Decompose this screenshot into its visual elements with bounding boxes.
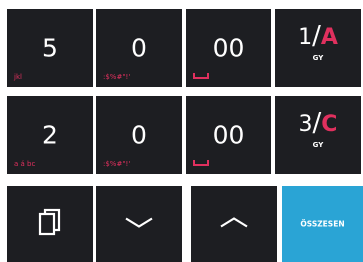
- key-main-label: 00: [212, 120, 245, 150]
- copy-icon: [37, 208, 63, 240]
- key-00-space[interactable]: 00: [186, 9, 271, 87]
- key-2-abc[interactable]: 2 a á bc: [7, 96, 93, 174]
- key-0-symbols[interactable]: 0 :$%#"!': [96, 96, 182, 174]
- key-main-label: 0: [131, 120, 147, 150]
- scroll-up-button[interactable]: [191, 186, 277, 262]
- key-main-label: 0: [131, 33, 147, 63]
- key-sub-label: jkl: [14, 73, 22, 81]
- total-label: ÖSSZESEN: [300, 219, 345, 229]
- gy-label: GY: [312, 141, 324, 149]
- key-sub-label: :$%#"!': [103, 160, 131, 168]
- fraction-label: 1/A: [275, 23, 361, 51]
- fraction-number: 3: [298, 112, 313, 137]
- space-icon: [193, 160, 209, 166]
- scroll-down-button[interactable]: [96, 186, 182, 262]
- key-sub-label: a á bc: [14, 160, 36, 168]
- key-main-label: 2: [42, 120, 58, 150]
- chevron-up-icon: [219, 215, 249, 234]
- fraction-number: 1: [298, 25, 313, 50]
- key-main-label: 00: [212, 33, 245, 63]
- key-00-space[interactable]: 00: [186, 96, 271, 174]
- fraction-letter: C: [321, 112, 338, 137]
- key-main-label: 5: [42, 33, 58, 63]
- fraction-letter: A: [320, 25, 338, 50]
- fraction-separator: /: [312, 108, 322, 138]
- copy-button[interactable]: [7, 186, 93, 262]
- keypad: 5 jkl 0 :$%#"!' 00 1/A GY 2 a á bc 0 :$%…: [0, 0, 363, 262]
- key-fraction-1-a[interactable]: 1/A GY: [275, 9, 361, 87]
- space-icon: [193, 73, 209, 79]
- fraction-label: 3/C: [275, 110, 361, 138]
- total-button[interactable]: ÖSSZESEN: [282, 186, 363, 262]
- chevron-down-icon: [124, 215, 154, 234]
- key-5-jkl[interactable]: 5 jkl: [7, 9, 93, 87]
- key-sub-label: :$%#"!': [103, 73, 131, 81]
- key-fraction-3-c[interactable]: 3/C GY: [275, 96, 361, 174]
- fraction-separator: /: [312, 21, 321, 51]
- key-0-symbols[interactable]: 0 :$%#"!': [96, 9, 182, 87]
- gy-label: GY: [312, 54, 324, 62]
